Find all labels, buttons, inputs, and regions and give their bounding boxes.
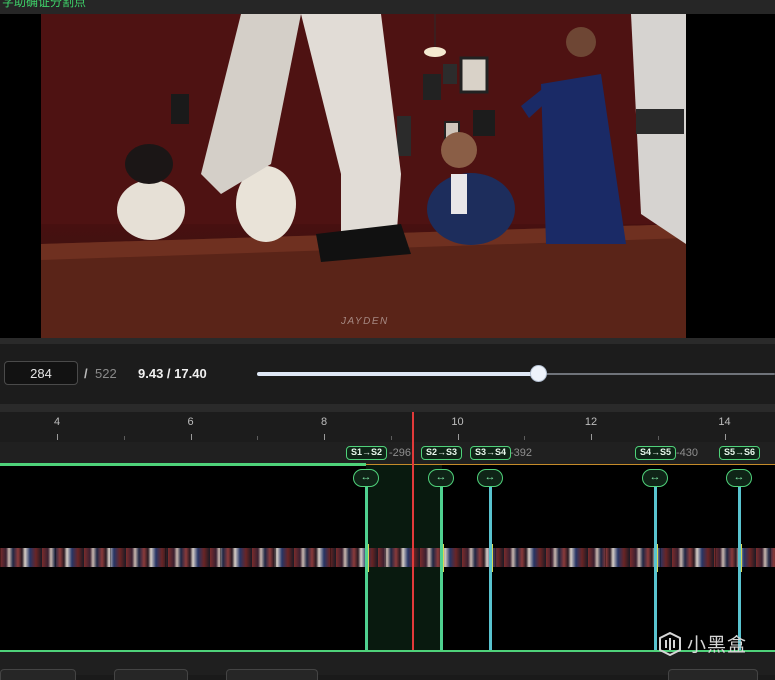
- ruler-tick: [324, 434, 325, 440]
- ruler-label: 10: [451, 416, 464, 428]
- segment-badge[interactable]: S3→S4: [470, 446, 512, 460]
- cut-line-s5-s6[interactable]: [738, 478, 741, 652]
- frame-total: 522: [95, 366, 117, 381]
- segment-range-orange: [366, 464, 775, 465]
- video-preview[interactable]: JAYDEN: [0, 14, 775, 338]
- heybox-watermark: 小黑盒: [659, 630, 747, 657]
- heybox-logo-icon: [659, 631, 681, 656]
- segment-frame: -392: [510, 447, 533, 459]
- cut-line-s1-s2[interactable]: [365, 478, 368, 652]
- cut-line-s4-s5[interactable]: [654, 478, 657, 652]
- ruler-tick: [123, 436, 125, 440]
- frame-separator: /: [84, 366, 88, 381]
- time-readout: 9.43 / 17.40: [138, 366, 207, 381]
- ruler-label: 12: [584, 416, 598, 428]
- segment-frame: -296: [389, 447, 412, 459]
- swap-horizontal-icon[interactable]: ↔: [428, 469, 454, 487]
- heybox-logo-text: 小黑盒: [687, 635, 748, 656]
- seek-bar-track[interactable]: [537, 373, 775, 375]
- top-strip: 字助确证分割点: [0, 0, 775, 14]
- ruler-tick: [657, 436, 659, 440]
- segment-frame: -430: [676, 447, 699, 459]
- segment-badge[interactable]: S5→S6: [719, 446, 761, 460]
- segment-range-green: [0, 463, 366, 466]
- ruler-tick: [190, 434, 192, 440]
- ruler-tick: [457, 434, 459, 440]
- ruler-tick: [57, 434, 58, 440]
- status-hint: 字助确证分割点: [2, 0, 87, 9]
- cut-line-s3-s4[interactable]: [489, 478, 492, 652]
- swap-horizontal-icon[interactable]: ↔: [353, 469, 379, 487]
- ruler-label: 6: [187, 416, 194, 428]
- playhead[interactable]: [412, 412, 414, 652]
- swap-horizontal-icon[interactable]: ↔: [642, 469, 668, 487]
- ruler-tick: [524, 436, 526, 440]
- ruler-tick: [724, 434, 726, 440]
- ruler-label: 4: [53, 416, 61, 428]
- ruler-label: 8: [320, 416, 328, 428]
- ruler-label: 14: [718, 416, 731, 428]
- cut-line-s2-s3[interactable]: [440, 478, 443, 652]
- seek-bar-filled[interactable]: [257, 372, 538, 376]
- video-watermark: JAYDEN: [341, 316, 389, 327]
- ruler-tick: [257, 436, 259, 440]
- swap-horizontal-icon[interactable]: ↔: [726, 469, 752, 487]
- frame-number-input[interactable]: [4, 361, 78, 385]
- ruler-tick: [390, 436, 392, 440]
- timeline-ruler[interactable]: 4 6 8 10 12 14: [0, 412, 775, 442]
- ruler-tick: [591, 434, 592, 440]
- swap-horizontal-icon[interactable]: ↔: [477, 469, 503, 487]
- timeline-divider: [0, 404, 775, 412]
- seek-handle[interactable]: [529, 365, 547, 382]
- video-frame: JAYDEN: [41, 14, 686, 338]
- video-scene-image: [41, 14, 686, 338]
- segment-badge[interactable]: S4→S5: [635, 446, 677, 460]
- segment-badge[interactable]: S2→S3: [421, 446, 463, 460]
- segment-badge[interactable]: S1→S2: [346, 446, 388, 460]
- filmstrip-thumbnails[interactable]: [0, 548, 775, 567]
